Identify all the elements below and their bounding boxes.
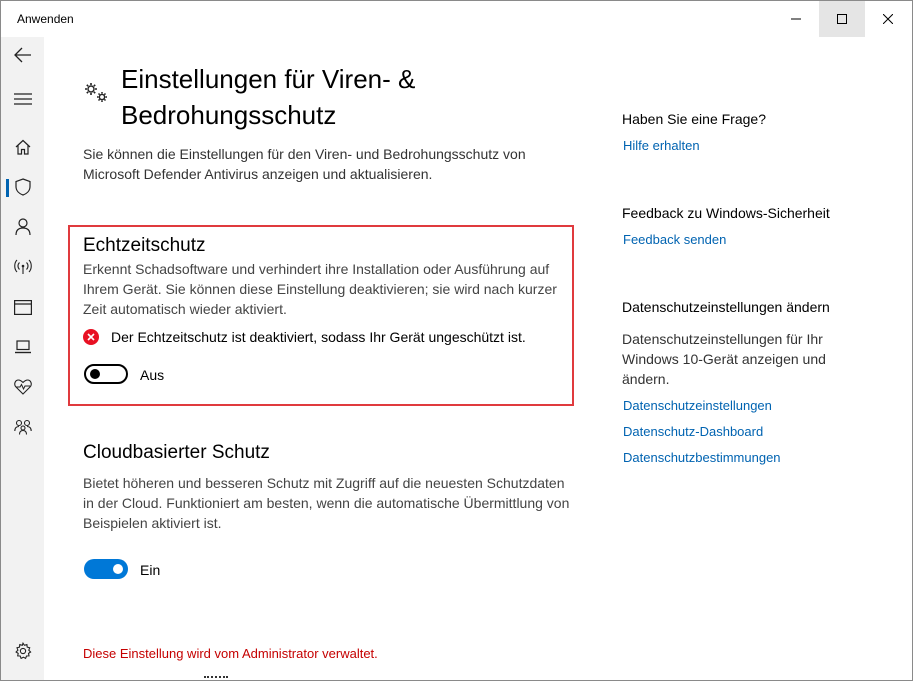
- app-browser-icon: [13, 299, 32, 315]
- back-arrow-icon: [13, 47, 31, 63]
- realtime-toggle-label: Aus: [140, 367, 165, 383]
- cloud-title: Cloudbasierter Schutz: [83, 442, 270, 463]
- minimize-icon: [791, 18, 801, 20]
- realtime-title: Echtzeitschutz: [83, 235, 206, 256]
- navigation-pane: [1, 37, 44, 680]
- feedback-link[interactable]: Feedback senden: [623, 232, 726, 247]
- toggle-knob: [90, 369, 100, 379]
- realtime-warning: Der Echtzeitschutz ist deaktiviert, soda…: [83, 329, 526, 345]
- active-indicator: [6, 179, 9, 197]
- nav-account[interactable]: [1, 209, 44, 245]
- main-content: Einstellungen für Viren- & Bedrohungssch…: [44, 37, 912, 680]
- admin-managed-note: Diese Einstellung wird vom Administrator…: [83, 646, 378, 661]
- close-button[interactable]: [865, 1, 911, 37]
- nav-device-security[interactable]: [1, 329, 44, 365]
- nav-firewall[interactable]: [1, 249, 44, 285]
- error-x-icon: [83, 329, 99, 345]
- minimize-button[interactable]: [773, 1, 819, 37]
- laptop-icon: [14, 340, 31, 354]
- home-icon: [15, 139, 30, 155]
- feedback-heading: Feedback zu Windows-Sicherheit: [622, 205, 830, 221]
- cloud-toggle-label: Ein: [140, 562, 161, 578]
- help-link[interactable]: Hilfe erhalten: [623, 138, 700, 153]
- nav-device-health[interactable]: [1, 369, 44, 405]
- family-icon: [13, 419, 32, 435]
- realtime-toggle[interactable]: [84, 364, 128, 384]
- maximize-button[interactable]: [819, 1, 865, 37]
- menu-button[interactable]: [1, 81, 44, 117]
- nav-virus-protection[interactable]: [1, 169, 44, 205]
- privacy-dashboard-link[interactable]: Datenschutz-Dashboard: [623, 424, 763, 439]
- cloud-description: Bietet höheren und besseren Schutz mit Z…: [83, 475, 570, 531]
- cut-off-content: [204, 676, 228, 680]
- title-bar: Anwenden: [1, 1, 912, 37]
- gears-icon: [85, 83, 107, 102]
- shield-icon: [14, 178, 31, 196]
- wifi-antenna-icon: [13, 259, 32, 274]
- privacy-settings-link[interactable]: Datenschutzeinstellungen: [623, 398, 772, 413]
- privacy-heading: Datenschutzeinstellungen ändern: [622, 299, 830, 315]
- back-button[interactable]: [1, 37, 44, 73]
- page-intro: Sie können die Einstellungen für den Vir…: [83, 146, 526, 182]
- privacy-description: Datenschutzeinstellungen für Ihr Windows…: [622, 331, 826, 387]
- realtime-warning-text: Der Echtzeitschutz ist deaktiviert, soda…: [111, 329, 526, 345]
- question-heading: Haben Sie eine Frage?: [622, 111, 766, 127]
- close-icon: [883, 14, 893, 24]
- nav-app-browser[interactable]: [1, 289, 44, 325]
- nav-family-options[interactable]: [1, 409, 44, 445]
- cloud-toggle[interactable]: [84, 559, 128, 579]
- page-title: Einstellungen für Viren- & Bedrohungssch…: [121, 64, 416, 130]
- privacy-statement-link[interactable]: Datenschutzbestimmungen: [623, 450, 781, 465]
- maximize-icon: [837, 14, 847, 24]
- hamburger-menu-icon: [13, 93, 32, 105]
- nav-home[interactable]: [1, 129, 44, 165]
- toggle-knob: [113, 564, 123, 574]
- person-icon: [14, 218, 31, 236]
- realtime-description: Erkennt Schadsoftware und verhindert ihr…: [83, 261, 557, 317]
- window-title: Anwenden: [17, 12, 74, 26]
- settings-gear-icon: [14, 642, 31, 660]
- heart-pulse-icon: [13, 379, 32, 395]
- nav-settings[interactable]: [1, 633, 44, 669]
- app-window: Anwenden Einstellungen für Viren- & Bedr…: [0, 0, 913, 681]
